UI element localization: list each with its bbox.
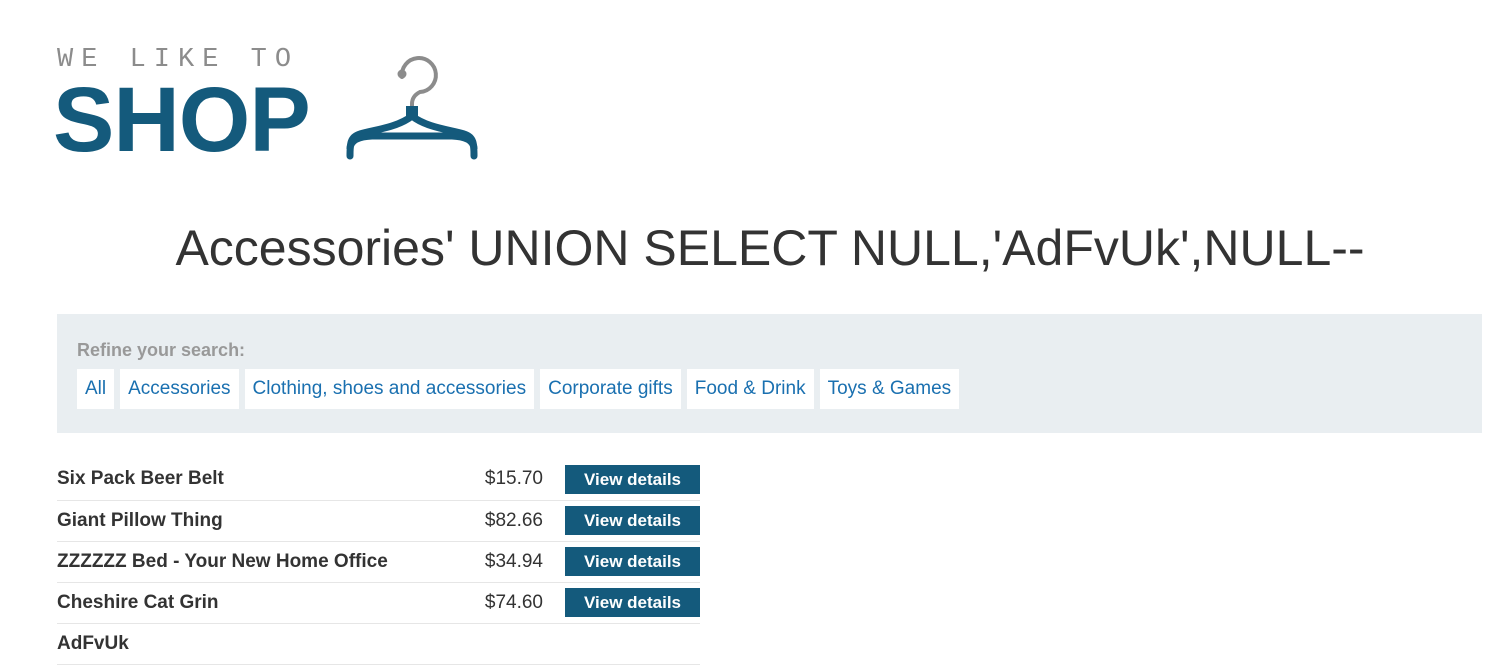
product-action-cell: View details — [565, 459, 700, 500]
table-row: Giant Pillow Thing $82.66 View details — [57, 500, 700, 541]
table-row: Six Pack Beer Belt $15.70 View details — [57, 459, 700, 500]
product-name: AdFvUk — [57, 632, 129, 654]
product-name: Cheshire Cat Grin — [57, 591, 219, 613]
filter-panel: Refine your search: All Accessories Clot… — [57, 314, 1482, 433]
page-title: Accessories' UNION SELECT NULL,'AdFvUk',… — [175, 220, 1365, 276]
filter-link-food-drink[interactable]: Food & Drink — [686, 369, 814, 409]
site-logo[interactable]: WE LIKE TO SHOP — [53, 44, 507, 168]
table-row: AdFvUk — [57, 623, 700, 664]
filter-link-toys-games[interactable]: Toys & Games — [819, 369, 960, 409]
product-name: Six Pack Beer Belt — [57, 468, 224, 490]
product-action-cell: View details — [565, 500, 700, 541]
view-details-button[interactable]: View details — [565, 464, 700, 494]
filter-link-all[interactable]: All — [77, 369, 115, 409]
filter-label: Refine your search: — [77, 340, 246, 360]
logo-word: SHOP — [53, 69, 311, 171]
view-details-button[interactable]: View details — [565, 547, 700, 576]
view-details-button[interactable]: View details — [565, 588, 700, 617]
table-row: Cheshire Cat Grin $74.60 View details — [57, 582, 700, 623]
product-action-cell — [565, 623, 700, 664]
view-details-button[interactable]: View details — [565, 506, 700, 535]
product-price: $34.94 — [484, 550, 543, 572]
table-row: ZZZZZZ Bed - Your New Home Office $34.94… — [57, 541, 700, 582]
hanger-icon — [346, 56, 478, 160]
filter-link-clothing[interactable]: Clothing, shoes and accessories — [244, 369, 535, 409]
product-price: $15.70 — [484, 468, 543, 490]
filter-link-corporate-gifts[interactable]: Corporate gifts — [540, 369, 681, 409]
product-name: Giant Pillow Thing — [57, 509, 223, 531]
product-price — [465, 623, 565, 664]
product-action-cell: View details — [565, 541, 700, 582]
filter-link-accessories[interactable]: Accessories — [120, 369, 239, 409]
product-table: Six Pack Beer Belt $15.70 View details G… — [57, 459, 700, 665]
product-price: $74.60 — [484, 591, 543, 613]
product-price: $82.66 — [484, 509, 543, 531]
page: WE LIKE TO SHOP Accessories' UNION SELEC… — [0, 0, 1511, 668]
filter-list: All Accessories Clothing, shoes and acce… — [77, 369, 960, 409]
product-action-cell: View details — [565, 582, 700, 623]
product-name: ZZZZZZ Bed - Your New Home Office — [57, 550, 388, 572]
